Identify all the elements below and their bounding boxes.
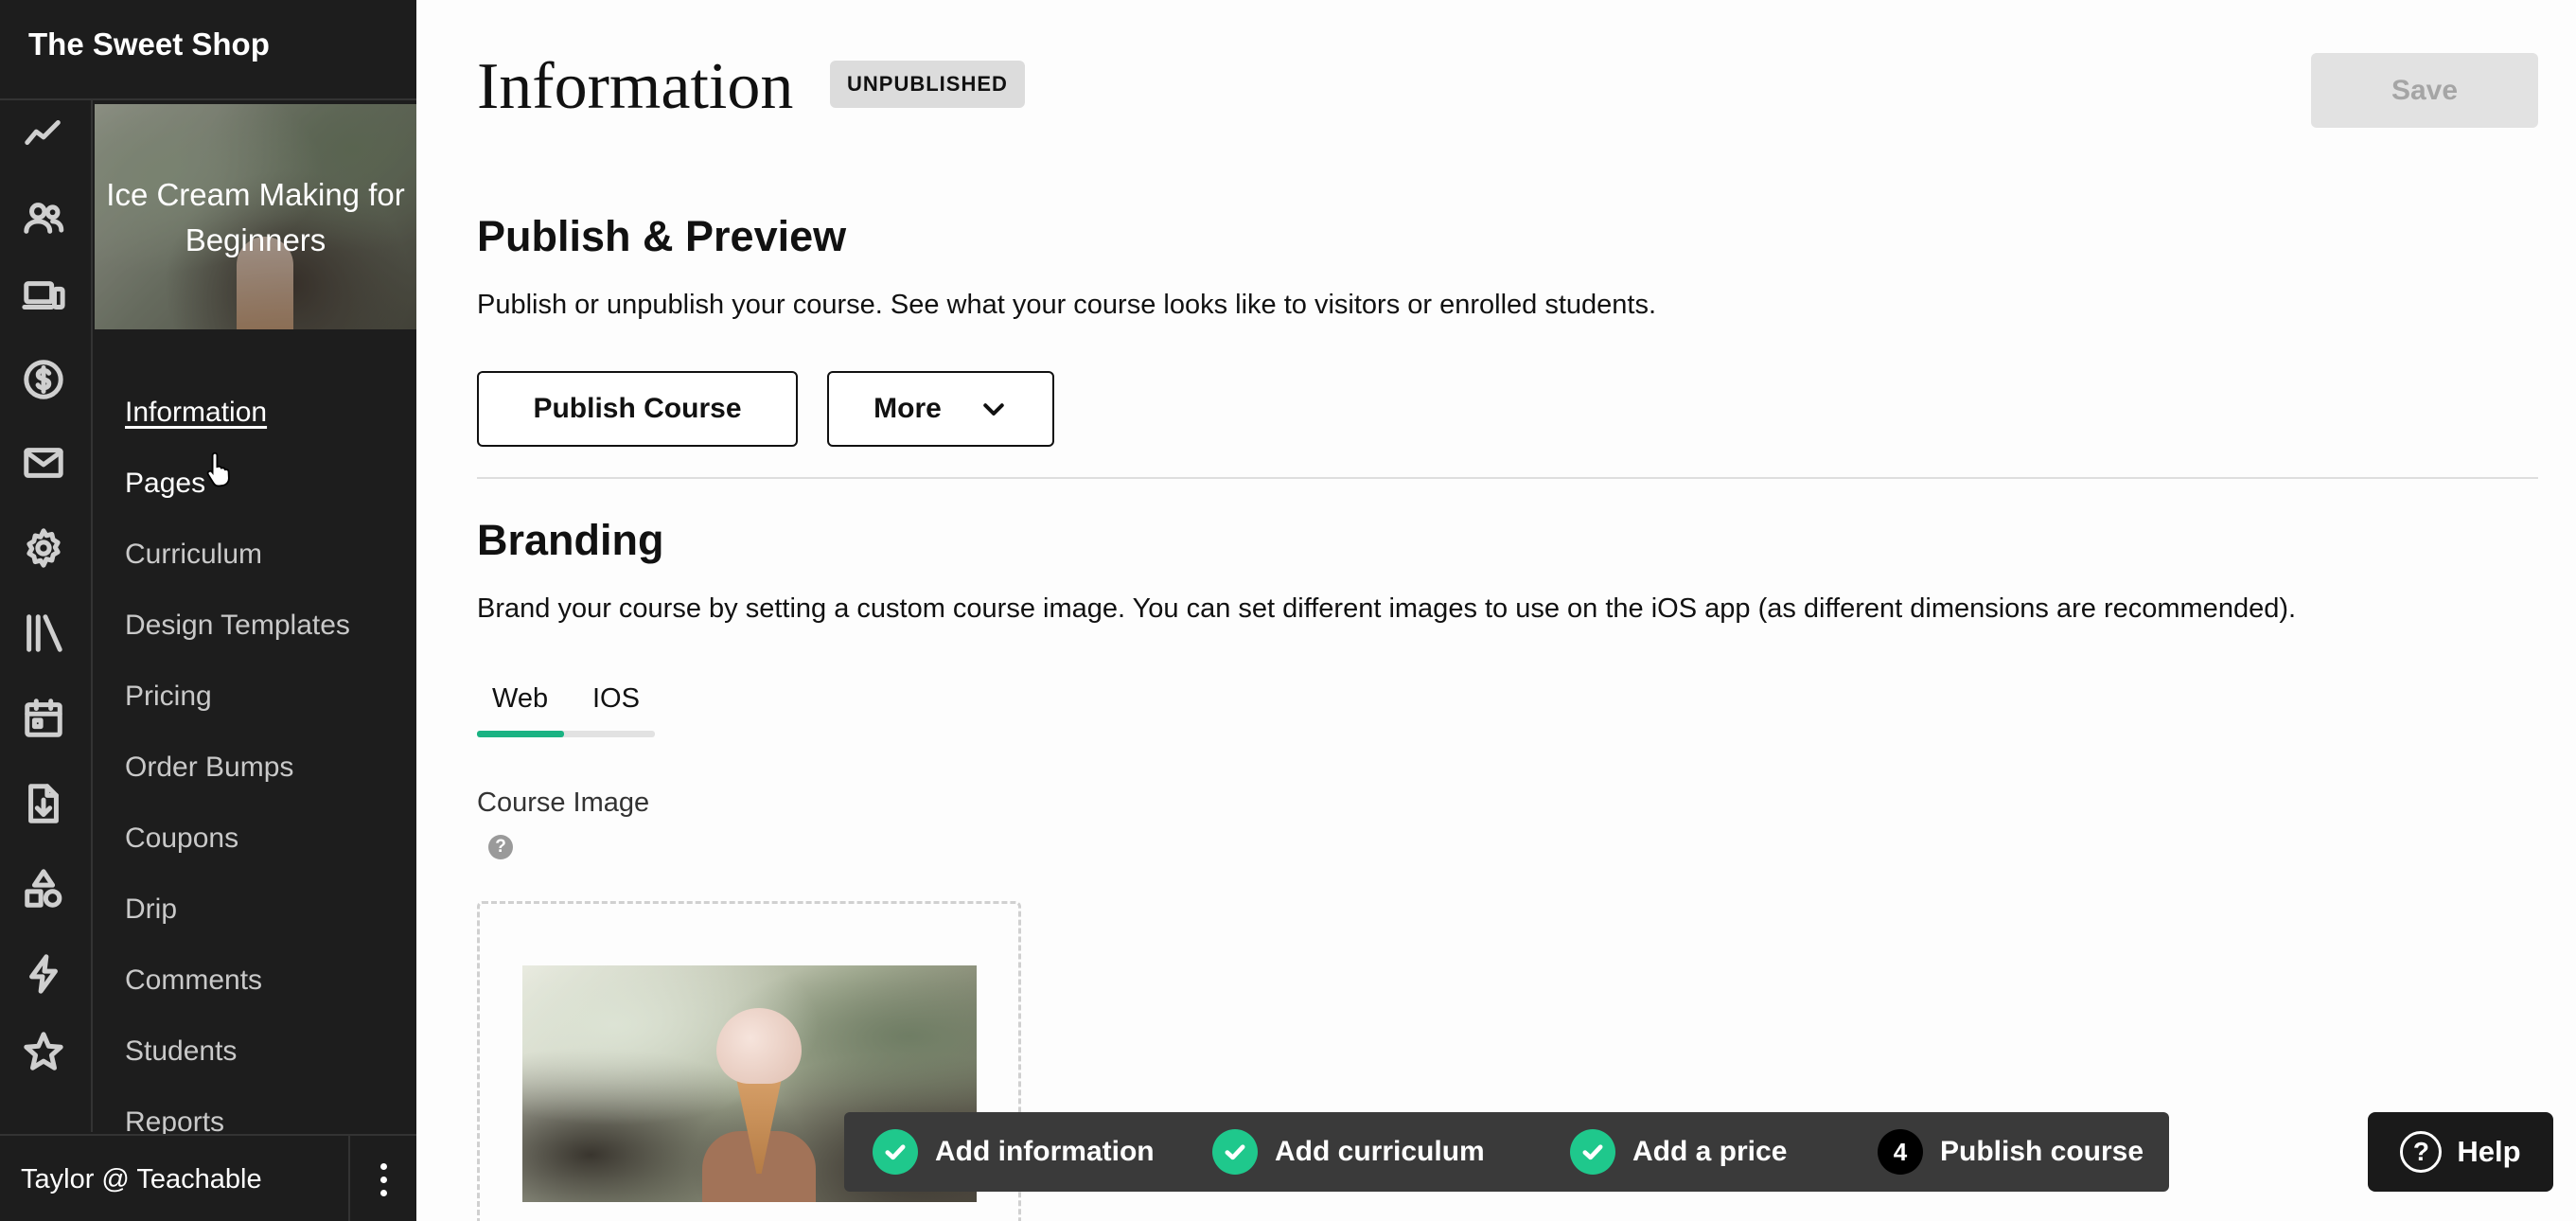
course-nav-information[interactable]: Information [125,393,409,464]
course-hero-image[interactable]: Ice Cream Making for Beginners [95,104,416,329]
gear-icon[interactable] [20,524,67,572]
user-bar: Taylor @ Teachable [0,1134,416,1221]
checklist-step-label: Add a price [1632,1136,1788,1167]
onboarding-checklist: Add information Add curriculum Add a pri… [844,1112,2169,1192]
checklist-step-add-information[interactable]: Add information [873,1112,1155,1192]
step-number-badge: 4 [1878,1129,1923,1175]
image-tabs: Web IOS [477,683,655,740]
image-scoop-graphic [716,1008,802,1084]
help-button-label: Help [2457,1135,2521,1168]
publish-section-heading: Publish & Preview [477,212,847,260]
tab-ios[interactable]: IOS [592,683,640,715]
calendar-icon[interactable] [20,695,67,742]
course-nav-curriculum[interactable]: Curriculum [125,535,409,606]
course-nav: Information Pages Curriculum Design Temp… [125,393,409,1174]
branding-section-heading: Branding [477,516,664,564]
checklist-step-label: Add information [935,1136,1155,1167]
check-circle-icon [1570,1129,1615,1175]
course-nav-comments[interactable]: Comments [125,961,409,1032]
question-help-icon[interactable]: ? [488,835,513,859]
checklist-step-add-curriculum[interactable]: Add curriculum [1212,1112,1485,1192]
checklist-step-add-price[interactable]: Add a price [1570,1112,1787,1192]
library-icon[interactable] [20,610,67,657]
chevron-down-icon [983,403,1004,416]
course-nav-design-templates[interactable]: Design Templates [125,606,409,677]
checklist-step-label: Add curriculum [1275,1136,1485,1167]
question-circle-icon: ? [2400,1131,2443,1173]
branding-section-description: Brand your course by setting a custom co… [477,593,2297,624]
publish-course-button[interactable]: Publish Course [477,371,798,447]
dollar-icon[interactable] [20,356,67,403]
publish-course-button-label: Publish Course [533,393,742,424]
devices-icon[interactable] [20,273,67,320]
analytics-icon[interactable] [20,110,67,157]
course-nav-students[interactable]: Students [125,1032,409,1103]
users-icon[interactable] [20,195,67,242]
course-nav-pricing[interactable]: Pricing [125,677,409,748]
publish-section-description: Publish or unpublish your course. See wh… [477,290,1657,320]
course-hero-title: Ice Cream Making for Beginners [106,177,405,257]
download-icon[interactable] [20,780,67,827]
more-button-label: More [873,393,942,424]
more-dropdown-button[interactable]: More [827,371,1054,447]
mail-icon[interactable] [20,439,67,487]
pointer-cursor-icon [206,451,230,487]
course-image-label: Course Image [477,787,650,818]
checklist-step-label: Publish course [1940,1136,2144,1167]
sidebar: The Sweet Shop Ice Cream Making for Begi… [0,0,416,1221]
icon-rail [0,100,93,1132]
course-nav-pages[interactable]: Pages [125,464,409,535]
user-name[interactable]: Taylor @ Teachable [21,1164,262,1195]
save-button[interactable]: Save [2311,53,2538,128]
check-circle-icon [873,1129,918,1175]
user-menu-button[interactable] [348,1136,416,1221]
main-content: Information UNPUBLISHED Save Publish & P… [416,0,2576,1221]
page-title: Information [477,50,794,123]
checklist-step-publish-course[interactable]: 4 Publish course [1878,1112,2144,1192]
lightning-icon[interactable] [20,950,67,998]
course-nav-coupons[interactable]: Coupons [125,819,409,890]
course-nav-order-bumps[interactable]: Order Bumps [125,748,409,819]
more-vertical-icon [379,1162,387,1196]
status-badge: UNPUBLISHED [830,61,1025,108]
section-divider [477,477,2538,479]
course-nav-drip[interactable]: Drip [125,890,409,961]
tab-web[interactable]: Web [492,683,548,715]
star-icon[interactable] [20,1028,67,1075]
tab-active-indicator [477,731,564,737]
help-button[interactable]: ? Help [2368,1112,2553,1192]
shapes-icon[interactable] [20,865,67,912]
school-name[interactable]: The Sweet Shop [28,27,270,62]
check-circle-icon [1212,1129,1258,1175]
